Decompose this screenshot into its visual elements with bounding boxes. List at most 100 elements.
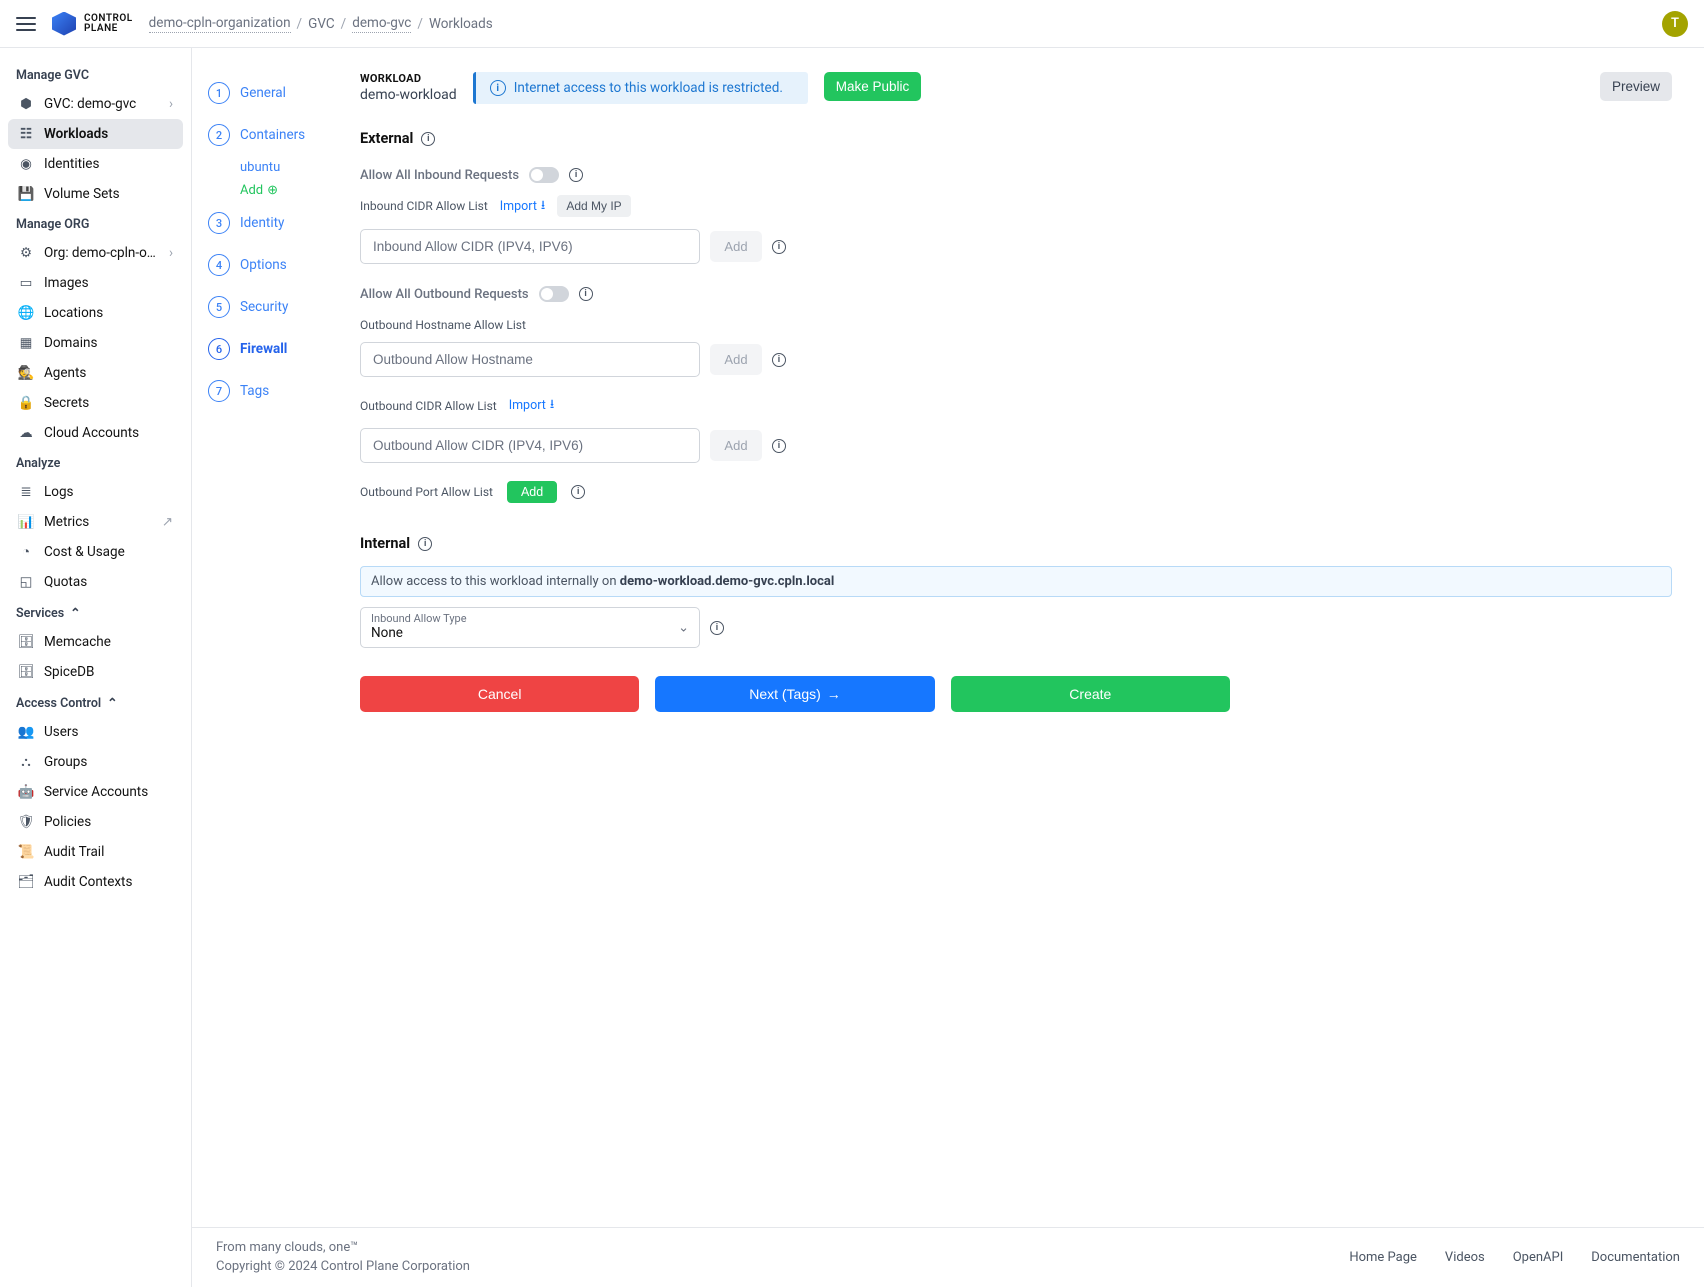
cancel-button[interactable]: Cancel (360, 676, 639, 712)
wizard-container-add[interactable]: Add⊕ (240, 179, 344, 202)
db-icon: 🗄 (18, 664, 34, 680)
sidebar-item-users[interactable]: 👥 Users (8, 717, 183, 747)
sidebar-item-label: Secrets (44, 395, 89, 411)
cloud-icon: ☁ (18, 425, 34, 441)
info-icon[interactable]: i (710, 621, 724, 635)
chevron-right-icon: › (169, 96, 173, 112)
sidebar-item-label: Memcache (44, 634, 111, 650)
sidebar-item-spicedb[interactable]: 🗄 SpiceDB (8, 657, 183, 687)
import-inbound-link[interactable]: Import ⭳ (500, 196, 546, 217)
sidebar-item-groups[interactable]: ⛬ Groups (8, 747, 183, 777)
sidebar-item-org[interactable]: ⚙ Org: demo-cpln-o… › (8, 238, 183, 268)
breadcrumb-gvc[interactable]: demo-gvc (352, 15, 411, 33)
allow-all-inbound-label: Allow All Inbound Requests (360, 168, 519, 183)
sidebar-item-secrets[interactable]: 🔒 Secrets (8, 388, 183, 418)
wizard-step-tags[interactable]: 7Tags (208, 370, 344, 412)
wizard-steps: 1General 2Containers ubuntu Add⊕ 3Identi… (192, 48, 352, 1287)
footer-link-videos[interactable]: Videos (1445, 1250, 1485, 1265)
sidebar-item-policies[interactable]: 🛡 Policies (8, 807, 183, 837)
next-button[interactable]: Next (Tags)→ (655, 676, 934, 712)
sidebar-item-cloud-accounts[interactable]: ☁ Cloud Accounts (8, 418, 183, 448)
sidebar-item-quotas[interactable]: ◱ Quotas (8, 567, 183, 597)
sidebar-section-access-control[interactable]: Access Control ⌃ (8, 687, 183, 717)
wizard-step-firewall[interactable]: 6Firewall (208, 328, 344, 370)
import-outbound-link[interactable]: Import ⭳ (509, 395, 555, 416)
sidebar-item-audit-contexts[interactable]: 🗂 Audit Contexts (8, 867, 183, 897)
wizard-step-security[interactable]: 5Security (208, 286, 344, 328)
outbound-hostname-add-button[interactable]: Add (710, 344, 762, 375)
sidebar-item-domains[interactable]: ▦ Domains (8, 328, 183, 358)
sidebar-item-label: Identities (44, 156, 99, 172)
sidebar-item-label: Org: demo-cpln-o… (44, 245, 156, 261)
sidebar-item-label: Logs (44, 484, 74, 500)
sidebar: Manage GVC ⬢ GVC: demo-gvc › ☷ Workloads… (0, 48, 192, 1287)
chevron-right-icon: › (169, 245, 173, 261)
sidebar-section-services[interactable]: Services ⌃ (8, 597, 183, 627)
info-icon[interactable]: i (772, 353, 786, 367)
info-icon[interactable]: i (772, 439, 786, 453)
info-icon[interactable]: i (421, 132, 435, 146)
footer-link-home[interactable]: Home Page (1349, 1250, 1417, 1265)
inbound-cidr-input[interactable] (360, 229, 700, 264)
outbound-cidr-add-button[interactable]: Add (710, 430, 762, 461)
logs-icon: ≣ (18, 484, 34, 500)
sidebar-item-metrics[interactable]: 📊 Metrics ↗ (8, 507, 183, 537)
make-public-button[interactable]: Make Public (824, 72, 922, 101)
sidebar-item-agents[interactable]: 🕵 Agents (8, 358, 183, 388)
download-icon: ⭳ (541, 196, 545, 217)
inbound-cidr-caption: Inbound CIDR Allow List (360, 199, 488, 213)
outbound-port-add-button[interactable]: Add (507, 481, 557, 503)
breadcrumb-org[interactable]: demo-cpln-organization (149, 15, 291, 33)
info-icon[interactable]: i (571, 485, 585, 499)
download-icon: ⭳ (550, 395, 554, 416)
sidebar-item-logs[interactable]: ≣ Logs (8, 477, 183, 507)
globe-icon: 🌐 (18, 305, 34, 321)
avatar[interactable]: T (1662, 11, 1688, 37)
logo[interactable]: CONTROLPLANE (52, 12, 133, 36)
topology-icon: ⚙ (18, 245, 34, 261)
sidebar-item-service-accounts[interactable]: 🤖 Service Accounts (8, 777, 183, 807)
hamburger-icon[interactable] (16, 17, 36, 31)
info-icon[interactable]: i (579, 287, 593, 301)
header-row: WORKLOAD demo-workload i Internet access… (360, 72, 1672, 104)
wizard-step-containers[interactable]: 2Containers (208, 114, 344, 156)
sidebar-item-label: Cost & Usage (44, 544, 125, 560)
sidebar-item-workloads[interactable]: ☷ Workloads (8, 119, 183, 149)
info-icon[interactable]: i (418, 537, 432, 551)
wizard-container-ubuntu[interactable]: ubuntu (240, 156, 344, 179)
footer-link-docs[interactable]: Documentation (1591, 1250, 1680, 1265)
info-icon[interactable]: i (772, 240, 786, 254)
footer-link-openapi[interactable]: OpenAPI (1513, 1250, 1564, 1265)
allow-all-inbound-toggle[interactable] (529, 167, 559, 183)
sidebar-item-images[interactable]: ▭ Images (8, 268, 183, 298)
action-buttons: Cancel Next (Tags)→ Create (360, 676, 1230, 712)
inbound-cidr-add-button[interactable]: Add (710, 231, 762, 262)
info-icon[interactable]: i (569, 168, 583, 182)
add-my-ip-button[interactable]: Add My IP (557, 195, 630, 217)
sidebar-item-gvc[interactable]: ⬢ GVC: demo-gvc › (8, 89, 183, 119)
lock-icon: 🔒 (18, 395, 34, 411)
wizard-step-general[interactable]: 1General (208, 72, 344, 114)
sidebar-item-cost-usage[interactable]: ◔ Cost & Usage (8, 537, 183, 567)
alert-text: Internet access to this workload is rest… (514, 80, 783, 96)
create-button[interactable]: Create (951, 676, 1230, 712)
outbound-hostname-input[interactable] (360, 342, 700, 377)
sidebar-item-volume-sets[interactable]: 💾 Volume Sets (8, 179, 183, 209)
outbound-cidr-input[interactable] (360, 428, 700, 463)
sidebar-item-memcache[interactable]: 🗄 Memcache (8, 627, 183, 657)
allow-all-outbound-label: Allow All Outbound Requests (360, 287, 529, 302)
stack-icon: ☷ (18, 126, 34, 142)
info-icon: i (490, 80, 506, 96)
agent-icon: 🕵 (18, 365, 34, 381)
sidebar-item-label: Cloud Accounts (44, 425, 139, 441)
sidebar-item-identities[interactable]: ◉ Identities (8, 149, 183, 179)
allow-all-outbound-toggle[interactable] (539, 286, 569, 302)
preview-button[interactable]: Preview (1600, 72, 1672, 101)
sidebar-item-audit-trail[interactable]: 📜 Audit Trail (8, 837, 183, 867)
wizard-step-identity[interactable]: 3Identity (208, 202, 344, 244)
inbound-allow-type-select[interactable]: Inbound Allow Type None ⌄ (360, 607, 700, 648)
shield-icon: 🛡 (18, 814, 34, 830)
wizard-step-options[interactable]: 4Options (208, 244, 344, 286)
sidebar-item-locations[interactable]: 🌐 Locations (8, 298, 183, 328)
workload-label: WORKLOAD (360, 72, 457, 85)
